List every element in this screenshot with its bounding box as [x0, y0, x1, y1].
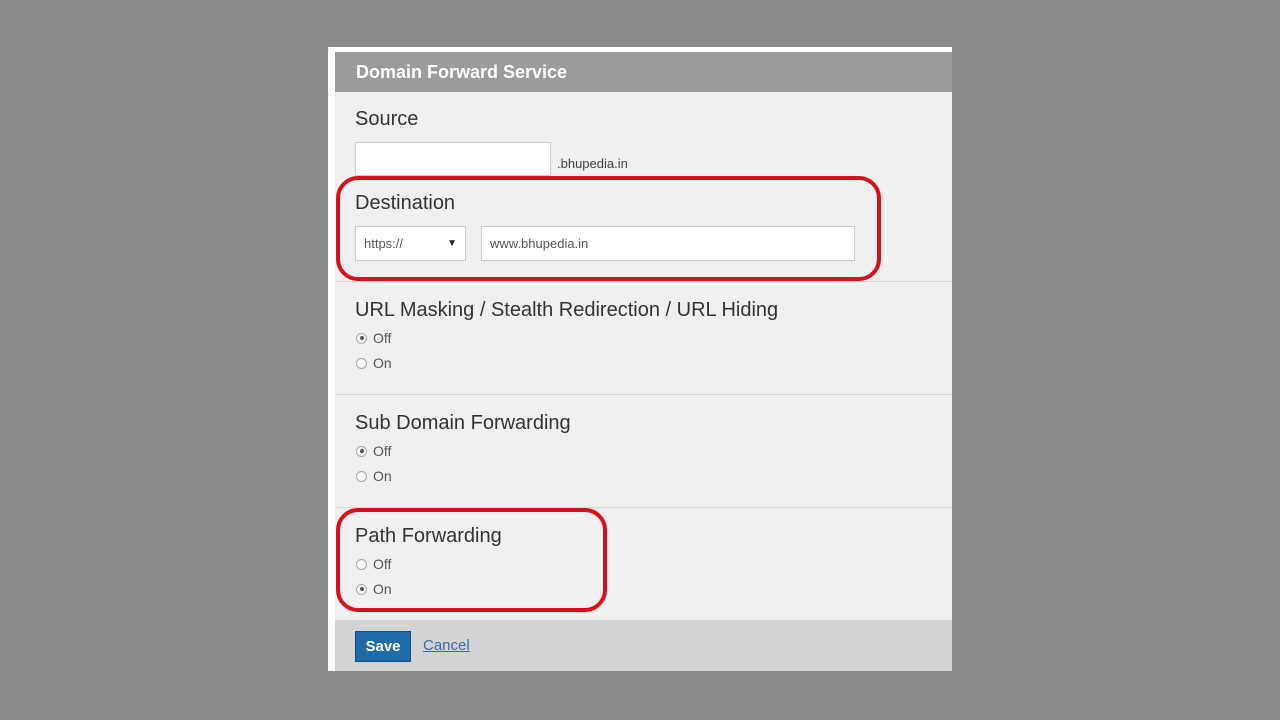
url-masking-off-radio[interactable]: Off [356, 330, 391, 346]
domain-forward-dialog: Domain Forward Service Source .bhupedia.… [328, 47, 952, 671]
sub-domain-off-radio[interactable]: Off [356, 443, 391, 459]
path-forwarding-on-radio[interactable]: On [356, 581, 392, 597]
radio-label: Off [373, 556, 392, 572]
radio-label: Off [373, 330, 392, 346]
url-masking-label: URL Masking / Stealth Redirection / URL … [355, 299, 779, 321]
protocol-value: https:// [364, 236, 404, 251]
save-button[interactable]: Save [355, 631, 411, 662]
url-masking-on-radio[interactable]: On [356, 355, 392, 371]
radio-label: Off [373, 443, 392, 459]
dialog-title: Domain Forward Service [335, 52, 952, 92]
radio-unchecked-icon [356, 357, 367, 369]
radio-checked-icon [356, 445, 367, 457]
divider [335, 507, 952, 508]
radio-label: On [373, 581, 392, 597]
radio-checked-icon [356, 583, 367, 595]
chevron-down-icon: ▼ [447, 238, 457, 249]
path-forwarding-off-radio[interactable]: Off [356, 556, 391, 572]
cancel-link[interactable]: Cancel [423, 637, 470, 654]
source-suffix: .bhupedia.in [557, 156, 628, 171]
sub-domain-label: Sub Domain Forwarding [355, 412, 571, 434]
divider [335, 394, 952, 395]
radio-label: On [373, 355, 392, 371]
path-forwarding-label: Path Forwarding [355, 525, 502, 547]
radio-checked-icon [356, 332, 367, 344]
radio-unchecked-icon [356, 558, 367, 570]
destination-url-input[interactable] [481, 226, 855, 261]
protocol-select[interactable]: https:// ▼ [355, 226, 466, 261]
sub-domain-on-radio[interactable]: On [356, 468, 392, 484]
dialog-body: Domain Forward Service Source .bhupedia.… [335, 52, 952, 671]
source-label: Source [355, 108, 419, 130]
source-input[interactable] [355, 142, 551, 176]
destination-label: Destination [355, 192, 456, 214]
radio-unchecked-icon [356, 470, 367, 482]
divider [335, 281, 952, 282]
radio-label: On [373, 468, 392, 484]
dialog-footer: Save Cancel [335, 620, 952, 671]
